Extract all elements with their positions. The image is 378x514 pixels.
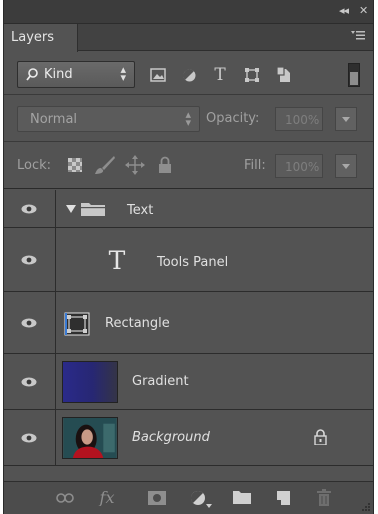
lock-transparent-pixels-icon[interactable] [68, 158, 82, 172]
visibility-toggle[interactable] [4, 292, 56, 353]
lock-image-pixels-icon[interactable] [94, 155, 116, 175]
layer-name-rectangle[interactable]: Rectangle [105, 316, 170, 331]
opacity-label: Opacity: [206, 111, 260, 126]
layer-name-gradient[interactable]: Gradient [132, 374, 189, 389]
close-panel-button[interactable]: ✕ [359, 4, 368, 17]
new-layer-icon[interactable] [275, 489, 291, 506]
new-group-folder-icon[interactable] [232, 490, 252, 505]
collapse-panel-button[interactable]: ◂◂ [339, 4, 349, 17]
opacity-value: 100% [285, 113, 320, 127]
panel-tab-row: Layers [4, 24, 373, 52]
layer-row-tools-panel[interactable]: T Tools Panel [4, 228, 373, 292]
shape-thumbnail-icon [64, 312, 90, 336]
fill-slider-button[interactable] [335, 154, 357, 178]
layer-name-background[interactable]: Background [132, 430, 210, 445]
layer-name-text[interactable]: Text [127, 203, 153, 218]
background-layer-thumbnail[interactable] [62, 417, 118, 459]
select-arrows-icon: ▴ ▾ [120, 63, 126, 84]
gradient-layer-thumbnail[interactable] [62, 361, 118, 403]
panel-menu-icon[interactable] [351, 30, 365, 40]
visibility-toggle[interactable] [4, 228, 56, 291]
tab-layers-label: Layers [11, 30, 55, 45]
layer-row-rectangle[interactable]: Rectangle [4, 292, 373, 354]
visibility-toggle[interactable] [4, 190, 56, 227]
layer-row-background[interactable]: Background [4, 410, 373, 466]
pixel-filter-icon[interactable] [150, 68, 166, 82]
svg-text:T: T [109, 248, 126, 272]
new-adjustment-layer-icon[interactable] [190, 490, 212, 508]
filter-kind-label: Kind [44, 67, 73, 82]
opacity-field[interactable]: 100% [275, 107, 323, 131]
eye-icon [21, 433, 37, 442]
layer-filter-row: Kind ▴ ▾ T [4, 52, 373, 95]
lock-label: Lock: [17, 158, 52, 173]
eye-icon [21, 377, 37, 386]
layer-name-tools-panel[interactable]: Tools Panel [157, 255, 228, 270]
lock-position-icon[interactable] [125, 155, 145, 175]
tab-layers[interactable]: Layers [4, 24, 78, 52]
layer-row-text-group[interactable]: Text [4, 190, 373, 228]
select-arrows-icon: ▴ ▾ [185, 108, 191, 129]
svg-text:T: T [214, 66, 226, 82]
layer-style-fx-icon[interactable]: fx [97, 489, 117, 506]
type-filter-icon[interactable]: T [212, 66, 228, 82]
visibility-toggle[interactable] [4, 410, 56, 465]
fill-field[interactable]: 100% [275, 154, 323, 178]
layer-locked-icon [314, 429, 327, 445]
eye-icon [21, 318, 37, 327]
link-layers-icon[interactable] [56, 493, 74, 503]
filter-kind-select[interactable]: Kind ▴ ▾ [17, 61, 135, 88]
blend-mode-select[interactable]: Normal ▴ ▾ [17, 106, 200, 132]
adjustment-filter-icon[interactable] [182, 68, 197, 83]
panel-title-bar: ◂◂ ✕ [4, 0, 373, 24]
shape-filter-icon[interactable] [244, 67, 260, 83]
layers-panel: ◂◂ ✕ Layers Kind ▴ ▾ T Normal ▴ ▾ Opacit… [3, 0, 374, 514]
layers-list: Text T Tools Panel Rectangle Gradient Ba… [4, 190, 373, 466]
eye-icon [21, 255, 37, 264]
fill-label: Fill: [244, 158, 266, 173]
svg-text:fx: fx [99, 489, 115, 506]
layer-row-gradient[interactable]: Gradient [4, 354, 373, 410]
smart-object-filter-icon[interactable] [276, 66, 292, 83]
blend-mode-value: Normal [30, 112, 78, 127]
fill-value: 100% [285, 160, 320, 174]
layers-bottom-toolbar: fx [4, 481, 373, 514]
filter-toggle-switch[interactable] [348, 63, 360, 87]
blend-options-row: Normal ▴ ▾ Opacity: 100% [4, 96, 373, 142]
delete-layer-trash-icon[interactable] [317, 489, 331, 506]
lock-all-icon[interactable] [158, 156, 172, 173]
lock-options-row: Lock: Fill: 100% [4, 143, 373, 189]
text-layer-icon: T [109, 248, 126, 272]
visibility-toggle[interactable] [4, 354, 56, 409]
folder-icon [81, 203, 105, 216]
opacity-slider-button[interactable] [335, 107, 357, 131]
search-icon [26, 68, 38, 81]
resize-grip-icon[interactable] [361, 502, 371, 512]
expand-group-arrow-icon[interactable] [66, 205, 76, 213]
add-mask-icon[interactable] [148, 491, 166, 505]
eye-icon [21, 204, 37, 213]
